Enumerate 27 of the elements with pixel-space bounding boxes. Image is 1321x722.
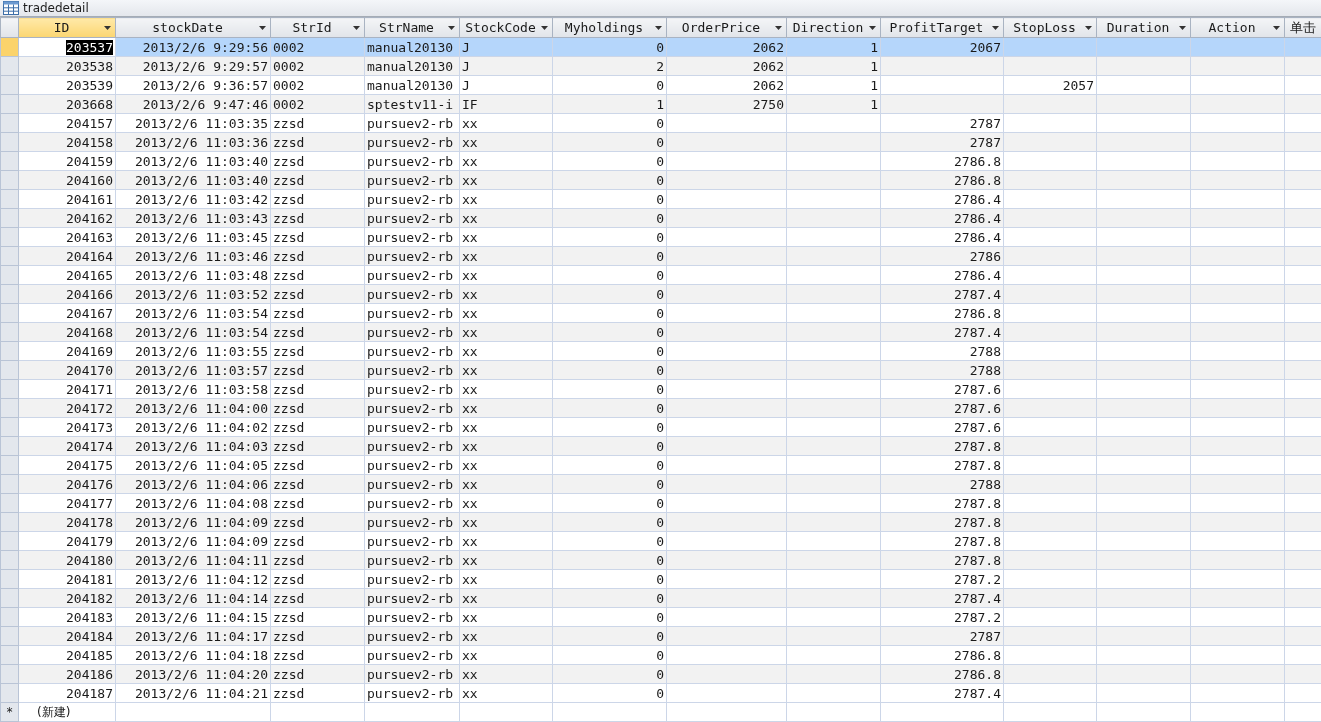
dropdown-caret-icon[interactable] [353, 25, 360, 30]
column-header[interactable]: StrName [364, 17, 460, 38]
dropdown-caret-icon[interactable] [104, 25, 111, 30]
dropdown-caret-icon[interactable] [259, 25, 266, 30]
column-header[interactable]: StopLoss [1003, 17, 1097, 38]
dropdown-caret-icon[interactable] [775, 25, 782, 30]
dropdown-caret-icon[interactable] [1273, 25, 1280, 30]
dropdown-caret-icon[interactable] [448, 25, 455, 30]
dropdown-caret-icon[interactable] [1085, 25, 1092, 30]
column-header[interactable]: Duration [1096, 17, 1191, 38]
column-header[interactable]: stockDate [115, 17, 271, 38]
dropdown-caret-icon[interactable] [869, 25, 876, 30]
window-title: tradedetail [23, 1, 89, 15]
column-header[interactable]: ID [18, 17, 116, 38]
column-header[interactable]: 单击 [1284, 17, 1321, 38]
table-icon [3, 1, 19, 15]
column-header[interactable]: StockCode [459, 17, 553, 38]
column-header[interactable]: Action [1190, 17, 1285, 38]
dropdown-caret-icon[interactable] [1179, 25, 1186, 30]
dropdown-caret-icon[interactable] [655, 25, 662, 30]
column-header[interactable]: Myholdings [552, 17, 667, 38]
column-header[interactable]: ProfitTarget [880, 17, 1004, 38]
dropdown-caret-icon[interactable] [541, 25, 548, 30]
column-header[interactable]: OrderPrice [666, 17, 787, 38]
dropdown-caret-icon[interactable] [992, 25, 999, 30]
column-header[interactable]: StrId [270, 17, 365, 38]
column-header[interactable]: Direction [786, 17, 881, 38]
